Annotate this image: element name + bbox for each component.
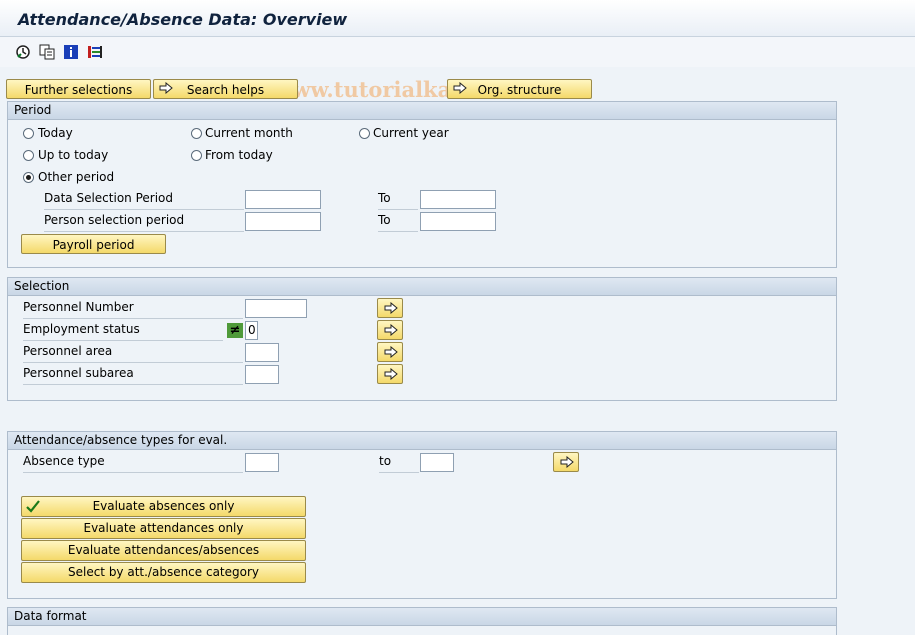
payroll-period-button[interactable]: Payroll period	[21, 234, 166, 254]
period-panel: Period Today Current month Current year …	[7, 101, 837, 268]
other-period-label: Other period	[38, 170, 115, 184]
data-selection-to-input[interactable]	[420, 190, 496, 209]
search-helps-button[interactable]: Search helps	[153, 79, 298, 99]
evaluate-attendances-absences-button[interactable]: Evaluate attendances/absences	[21, 540, 306, 561]
title-bar: Attendance/Absence Data: Overview	[0, 0, 915, 37]
personnel-subarea-label: Personnel subarea	[23, 366, 243, 385]
radio-up-to-today[interactable]	[23, 150, 34, 161]
personnel-subarea-input[interactable]	[245, 365, 279, 384]
to-label-1: To	[378, 191, 418, 210]
application-toolbar: © www.tutorialkart.com	[0, 37, 915, 102]
data-format-header: Data format	[8, 608, 836, 626]
evaluate-absences-only-label: Evaluate absences only	[92, 499, 235, 513]
person-selection-to-input[interactable]	[420, 212, 496, 231]
org-structure-label: Org. structure	[477, 83, 562, 97]
payroll-period-label: Payroll period	[52, 238, 135, 252]
arrow-right-icon	[384, 302, 398, 314]
selection-panel: Selection Personnel Number Employment st…	[7, 277, 837, 401]
absence-type-from-input[interactable]	[245, 453, 279, 472]
execute-icon[interactable]	[15, 44, 31, 60]
personnel-area-label: Personnel area	[23, 344, 243, 363]
attendance-absence-panel: Attendance/absence types for eval. Absen…	[7, 431, 837, 599]
absence-type-to-label: to	[379, 454, 419, 473]
from-today-label: From today	[205, 148, 273, 162]
employment-status-label: Employment status	[23, 322, 223, 341]
absence-type-label: Absence type	[23, 454, 243, 473]
evaluate-attendances-absences-label: Evaluate attendances/absences	[67, 543, 260, 557]
person-selection-from-input[interactable]	[245, 212, 321, 231]
org-structure-button[interactable]: Org. structure	[447, 79, 592, 99]
data-selection-period-label: Data Selection Period	[44, 191, 244, 210]
personnel-subarea-multiple-selection-button[interactable]	[377, 364, 403, 384]
data-format-panel: Data format	[7, 607, 837, 635]
arrow-right-icon	[384, 346, 398, 358]
further-selections-button[interactable]: Further selections	[6, 79, 151, 99]
employment-status-multiple-selection-button[interactable]	[377, 320, 403, 340]
personnel-number-input[interactable]	[245, 299, 307, 318]
arrow-right-icon	[384, 368, 398, 380]
radio-other-period[interactable]	[23, 172, 34, 183]
radio-from-today[interactable]	[191, 150, 202, 161]
search-helps-label: Search helps	[186, 83, 265, 97]
evaluate-absences-only-button[interactable]: Evaluate absences only	[21, 496, 306, 517]
select-by-category-button[interactable]: Select by att./absence category	[21, 562, 306, 583]
evaluate-attendances-only-label: Evaluate attendances only	[83, 521, 244, 535]
further-selections-label: Further selections	[24, 83, 133, 97]
evaluate-attendances-only-button[interactable]: Evaluate attendances only	[21, 518, 306, 539]
radio-current-year[interactable]	[359, 128, 370, 139]
not-equal-icon[interactable]: ≠	[227, 323, 243, 338]
selection-header: Selection	[8, 278, 836, 296]
period-header: Period	[8, 102, 836, 120]
arrow-right-icon	[159, 82, 173, 94]
arrow-right-icon	[560, 456, 574, 468]
current-year-label: Current year	[373, 126, 449, 140]
select-by-category-label: Select by att./absence category	[67, 565, 260, 579]
info-icon[interactable]	[63, 44, 79, 60]
attendance-absence-header: Attendance/absence types for eval.	[8, 432, 836, 450]
today-label: Today	[38, 126, 73, 140]
arrow-right-icon	[384, 324, 398, 336]
personnel-number-multiple-selection-button[interactable]	[377, 298, 403, 318]
personnel-number-label: Personnel Number	[23, 300, 243, 319]
radio-today[interactable]	[23, 128, 34, 139]
personnel-area-input[interactable]	[245, 343, 279, 362]
person-selection-period-label: Person selection period	[44, 213, 244, 232]
radio-current-month[interactable]	[191, 128, 202, 139]
data-selection-from-input[interactable]	[245, 190, 321, 209]
copy-variant-icon[interactable]	[39, 44, 55, 60]
checkmark-icon	[26, 500, 40, 513]
arrow-right-icon	[453, 82, 467, 94]
employment-status-input[interactable]: 0	[245, 321, 258, 340]
to-label-2: To	[378, 213, 418, 232]
personnel-area-multiple-selection-button[interactable]	[377, 342, 403, 362]
current-month-label: Current month	[205, 126, 293, 140]
absence-type-to-input[interactable]	[420, 453, 454, 472]
selection-options-icon[interactable]	[87, 44, 103, 60]
absence-type-multiple-selection-button[interactable]	[553, 452, 579, 472]
up-to-today-label: Up to today	[38, 148, 109, 162]
page-title: Attendance/Absence Data: Overview	[18, 10, 348, 29]
